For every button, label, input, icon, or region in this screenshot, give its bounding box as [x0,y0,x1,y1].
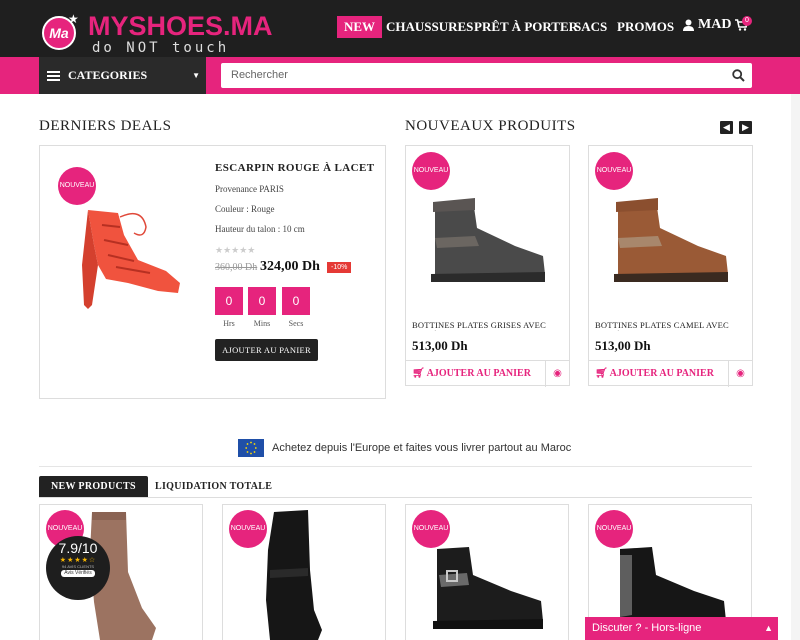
product-image[interactable] [258,510,338,640]
add-to-cart-label: AJOUTER AU PANIER [426,368,531,379]
user-icon[interactable] [683,19,694,31]
quick-view-icon[interactable]: ◉ [728,361,752,387]
search-input[interactable]: Rechercher [221,63,752,88]
quick-view-icon[interactable]: ◉ [545,361,569,387]
chat-widget[interactable]: Discuter ? - Hors-ligne ▲ [585,617,778,640]
countdown-minutes: 0 [248,287,276,315]
page-scrollbar[interactable] [791,94,800,640]
reviews-score: 7.9/10 [58,540,98,556]
product-image[interactable] [425,198,550,283]
deal-price: 324,00 Dh [260,259,320,274]
nav-new[interactable]: NEW [337,16,383,38]
product-actions: 🛒︎ AJOUTER AU PANIER ◉ [589,360,752,387]
cart-count-badge: 0 [742,16,752,26]
caret-down-icon: ▼ [192,71,200,80]
rating-stars: ★★★★★ [215,245,256,255]
currency-selector[interactable]: MAD [698,17,731,33]
deal-add-to-cart-button[interactable]: AJOUTER AU PANIER [215,339,318,361]
nav-pret-a-porter[interactable]: PRÊT À PORTER [474,16,578,38]
reviews-subtitle: 94 AVIS CLIENTS [61,564,95,569]
new-badge: NOUVEAU [595,510,633,548]
countdown-minutes-label: Mins [253,319,271,328]
nav-chaussures[interactable]: CHAUSSURES [386,16,473,38]
categories-label: CATEGORIES [68,68,148,82]
reviews-source: Avis Vérifiés [61,570,95,577]
account-area: MAD [683,17,749,33]
deal-product-image[interactable] [58,205,198,315]
add-to-cart-button[interactable]: 🛒︎ AJOUTER AU PANIER [412,361,531,387]
deal-detail-origin: Provenance PARIS [215,184,284,194]
countdown-hours: 0 [215,287,243,315]
product-actions: 🛒︎ AJOUTER AU PANIER ◉ [406,360,569,387]
deal-detail-heel: Hauteur du talon : 10 cm [215,224,305,234]
new-badge: NOUVEAU [412,510,450,548]
new-badge: NOUVEAU [229,510,267,548]
logo-name: MYSHOES.MA [88,11,273,41]
logo-tagline: do NOT touch [92,40,230,56]
categories-button[interactable]: CATEGORIES ▼ [39,57,206,94]
new-products-title: NOUVEAUX PRODUITS [405,118,576,134]
shipping-banner-text: Achetez depuis l'Europe et faites vous l… [272,442,572,454]
chat-label: Discuter ? - Hors-ligne [592,622,702,634]
tabs-underline [39,497,752,498]
carousel-prev-button[interactable]: ◀ [720,121,733,134]
product-price: 513,00 Dh [595,338,651,353]
product-name[interactable]: BOTTINES PLATES CAMEL AVEC EMPIÈCEMENTS … [595,320,745,331]
menu-icon [47,69,60,83]
deal-old-price: 360,00 Dh [215,262,258,273]
top-header: Ma ★ MYSHOES.MA do NOT touch NEW CHAUSSU… [0,0,800,57]
search-icon[interactable] [732,69,745,82]
deal-product-name[interactable]: ESCARPIN ROUGE À LACET [215,162,374,174]
product-name[interactable]: BOTTINES PLATES GRISES AVEC EMPIÈCEMENTS… [412,320,562,331]
new-badge: NOUVEAU [58,167,96,205]
add-to-cart-label: AJOUTER AU PANIER [609,368,714,379]
search-placeholder: Rechercher [231,69,288,81]
divider [39,466,752,467]
carousel-next-button[interactable]: ▶ [739,121,752,134]
tab-liquidation-totale[interactable]: LIQUIDATION TOTALE [155,476,272,498]
product-image[interactable] [608,198,733,283]
site-logo[interactable]: Ma ★ MYSHOES.MA do NOT touch [42,10,273,56]
star-icon: ★ [68,12,79,26]
discount-badge: -10% [327,262,352,273]
countdown-seconds: 0 [282,287,310,315]
nav-sacs[interactable]: SACS [574,16,607,38]
reviews-widget[interactable]: 7.9/10 ★★★★☆ 94 AVIS CLIENTS Avis Vérifi… [46,536,110,600]
product-image[interactable] [425,545,550,630]
cart-icon: 🛒︎ [412,368,425,379]
reviews-stars: ★★★★☆ [59,557,97,564]
add-to-cart-button[interactable]: 🛒︎ AJOUTER AU PANIER [595,361,714,387]
countdown-seconds-label: Secs [288,319,304,328]
shipping-banner: Achetez depuis l'Europe et faites vous l… [238,439,571,457]
tab-new-products[interactable]: NEW PRODUCTS [39,476,148,498]
new-badge: NOUVEAU [595,152,633,190]
deal-detail-color: Couleur : Rouge [215,204,275,214]
new-badge: NOUVEAU [412,152,450,190]
eu-flag-icon [238,439,264,457]
chevron-up-icon[interactable]: ▲ [764,617,773,640]
deals-title: DERNIERS DEALS [39,118,172,134]
countdown-hours-label: Hrs [223,319,235,328]
product-price: 513,00 Dh [412,338,468,353]
cart-icon: 🛒︎ [595,368,608,379]
nav-promos[interactable]: PROMOS [617,16,674,38]
